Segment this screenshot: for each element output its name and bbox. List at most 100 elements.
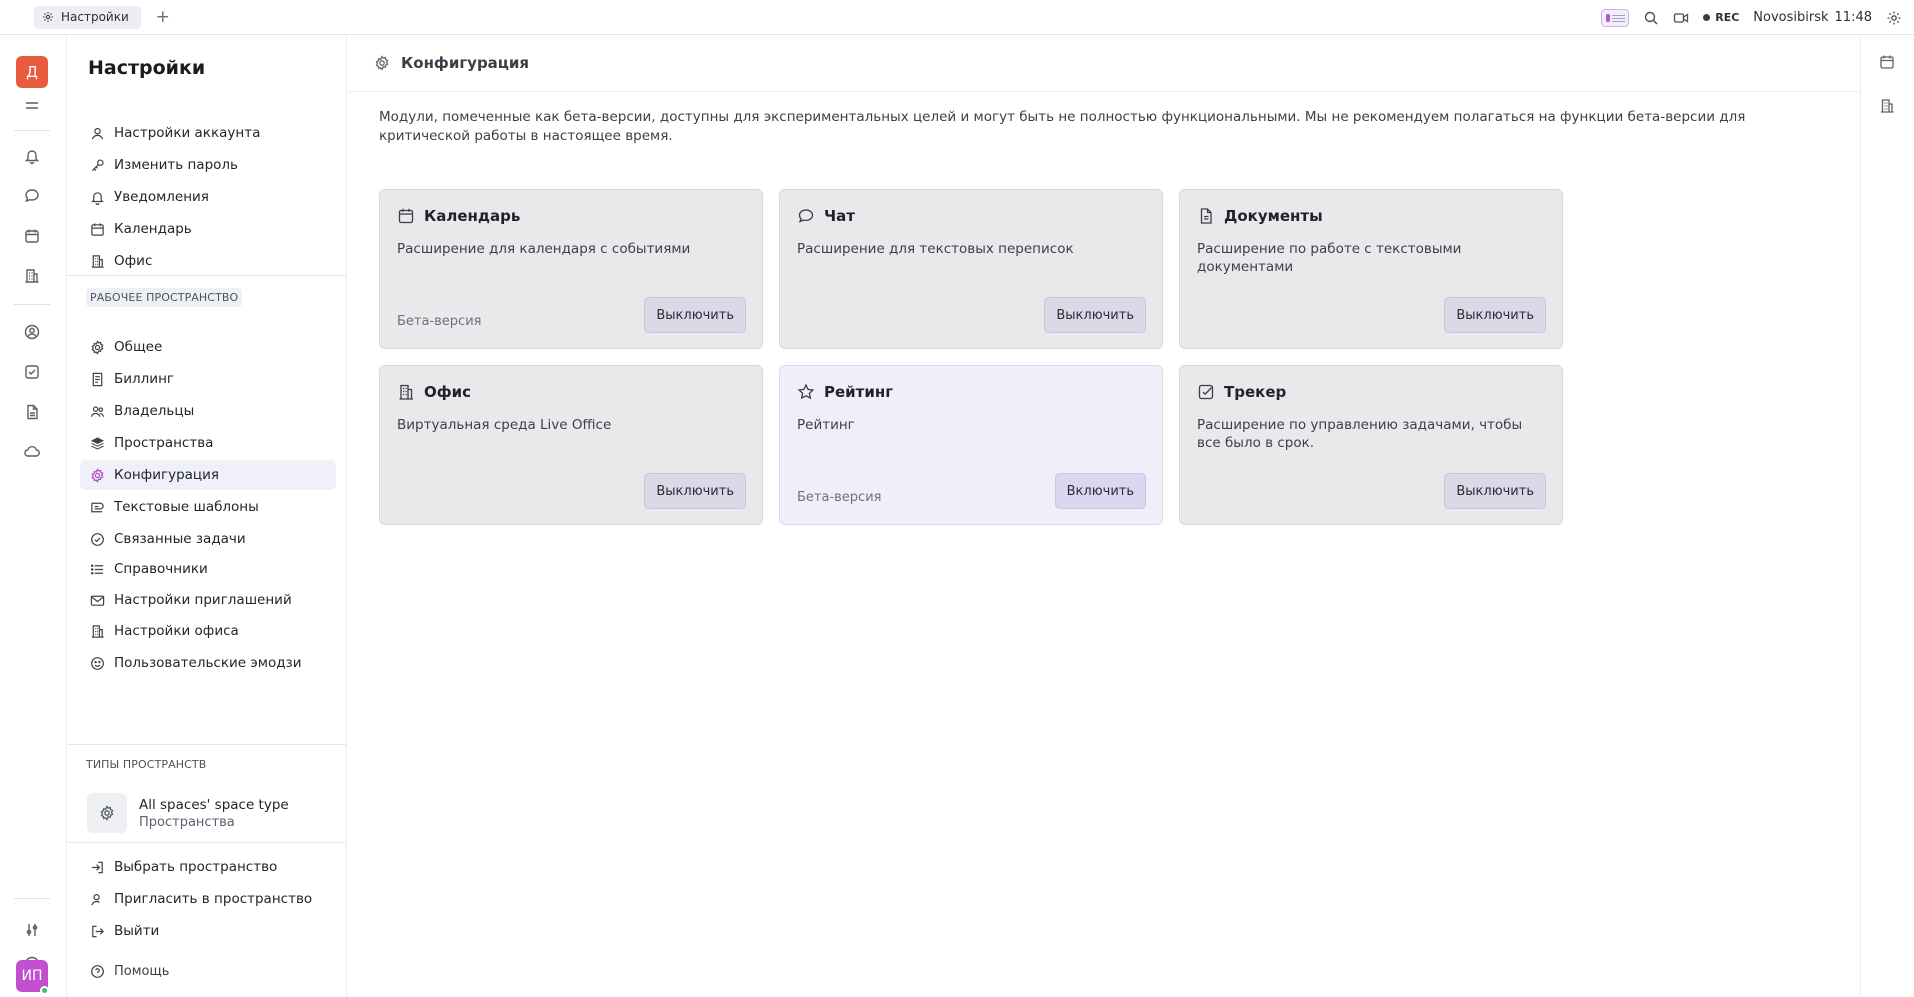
beta-label: Бета-версия: [797, 490, 882, 505]
space-type-name: All spaces' space type: [139, 796, 289, 813]
module-title: Документы: [1224, 207, 1323, 225]
layers-icon: [90, 436, 105, 450]
main-content: Конфигурация Модули, помеченные как бета…: [348, 36, 1860, 997]
online-status-indicator: [40, 986, 49, 995]
module-toggle-button[interactable]: Выключить: [644, 473, 746, 509]
office-icon[interactable]: [22, 266, 42, 286]
calendar-icon[interactable]: [22, 226, 42, 246]
owners-icon: [90, 405, 105, 417]
sidebar-item-calendar[interactable]: Календарь: [80, 214, 336, 244]
module-title: Календарь: [424, 207, 521, 225]
sidebar-item-change-password[interactable]: Изменить пароль: [80, 150, 336, 180]
tracker-icon[interactable]: [22, 362, 42, 382]
search-icon[interactable]: [1643, 10, 1659, 26]
cloud-icon[interactable]: [22, 442, 42, 462]
sidebar-item-account[interactable]: Настройки аккаунта: [80, 118, 336, 148]
rec-label: REC: [1715, 11, 1740, 24]
office-icon: [397, 383, 415, 401]
sidebar-title: Настройки: [88, 57, 206, 79]
invite-to-space-button[interactable]: Пригласить в пространство: [80, 884, 336, 914]
receipt-icon: [92, 372, 103, 386]
video-icon[interactable]: [1673, 10, 1689, 26]
enter-icon: [91, 861, 103, 873]
module-description: Расширение по управлению задачами, чтобы…: [1197, 417, 1523, 451]
module-card-office: Офис Виртуальная среда Live Office Выклю…: [379, 365, 763, 525]
key-icon: [91, 158, 104, 171]
module-description: Расширение для календаря с событиями: [397, 241, 691, 257]
logout-icon: [92, 925, 104, 937]
sidebar-item-spaces[interactable]: Пространства: [80, 428, 336, 458]
document-icon: [1197, 207, 1215, 225]
record-button[interactable]: REC: [1703, 11, 1739, 24]
module-card-rating: Рейтинг Рейтинг Бета-версия Включить: [779, 365, 1163, 525]
invite-icon: [91, 893, 100, 905]
time-label: 11:48: [1834, 10, 1872, 25]
help-button[interactable]: Помощь: [80, 956, 336, 986]
module-toggle-button[interactable]: Выключить: [1444, 297, 1546, 333]
sidebar-item-custom-emoji[interactable]: Пользовательские эмодзи: [80, 648, 336, 678]
sidebar-item-office[interactable]: Офис: [80, 246, 336, 276]
sidebar-item-office-settings[interactable]: Настройки офиса: [80, 616, 336, 646]
sidebar-item-related-tasks[interactable]: Связанные задачи: [80, 524, 336, 554]
module-toggle-button[interactable]: Выключить: [1044, 297, 1146, 333]
calendar-icon: [91, 222, 104, 236]
settings-gear-icon[interactable]: [1886, 10, 1902, 26]
module-title: Офис: [424, 383, 472, 401]
bell-icon: [91, 191, 104, 205]
gear-icon: [87, 793, 127, 833]
sidebar-item-billing[interactable]: Биллинг: [80, 364, 336, 394]
module-toggle-button[interactable]: Выключить: [644, 297, 746, 333]
beta-label: Бета-версия: [397, 314, 482, 329]
add-tab-button[interactable]: +: [153, 7, 173, 27]
bell-icon[interactable]: [22, 146, 42, 166]
module-title: Трекер: [1224, 383, 1287, 401]
location-label: Novosibirsk: [1753, 10, 1829, 25]
menu-icon[interactable]: [22, 96, 42, 116]
beta-notice: Модули, помеченные как бета-версии, дост…: [379, 109, 1746, 144]
module-description: Виртуальная среда Live Office: [397, 417, 612, 433]
contacts-icon[interactable]: [22, 322, 42, 342]
select-space-button[interactable]: Выбрать пространство: [80, 852, 336, 882]
module-description: Рейтинг: [797, 417, 855, 433]
record-dot-icon: [1703, 14, 1711, 21]
chat-icon: [797, 207, 815, 225]
sidebar-item-text-templates[interactable]: Текстовые шаблоны: [80, 492, 336, 522]
check-square-icon: [1197, 383, 1215, 401]
module-toggle-button[interactable]: Выключить: [1444, 473, 1546, 509]
sidebar-item-general[interactable]: Общее: [80, 332, 336, 362]
calendar-icon[interactable]: [1879, 54, 1897, 72]
office-icon[interactable]: [1879, 98, 1897, 116]
emoji-icon: [91, 656, 104, 670]
template-icon: [91, 502, 104, 512]
list-icon: [90, 563, 104, 575]
tab-settings[interactable]: Настройки: [34, 5, 141, 29]
workspace-avatar[interactable]: Д: [16, 56, 48, 88]
sliders-icon[interactable]: [22, 920, 42, 940]
module-description: Расширение для текстовых переписок: [797, 241, 1074, 257]
module-card-calendar: Календарь Расширение для календаря с соб…: [379, 189, 763, 349]
sidebar-item-directories[interactable]: Справочники: [80, 554, 336, 584]
settings-sidebar: Настройки Настройки аккаунта Изменить па…: [66, 36, 347, 997]
sidebar-item-notifications[interactable]: Уведомления: [80, 182, 336, 212]
module-card-tracker: Трекер Расширение по управлению задачами…: [1179, 365, 1563, 525]
space-type-item[interactable]: All spaces' space type Пространства: [87, 793, 289, 833]
help-icon: [91, 964, 104, 978]
star-icon: [797, 383, 815, 401]
office-icon: [91, 254, 104, 268]
gear-icon: [375, 55, 389, 71]
workspace-section-label: РАБОЧЕЕ ПРОСТРАНСТВО: [86, 288, 243, 307]
tab-label: Настройки: [61, 10, 129, 24]
sidebar-item-configuration[interactable]: Конфигурация: [80, 460, 336, 490]
page-header: Конфигурация: [348, 36, 1860, 92]
layout-toggle-icon[interactable]: [1601, 8, 1630, 27]
module-title: Рейтинг: [824, 383, 894, 401]
logout-button[interactable]: Выйти: [80, 916, 336, 946]
sidebar-item-invite-settings[interactable]: Настройки приглашений: [80, 585, 336, 615]
chat-icon[interactable]: [22, 186, 42, 206]
location-time: Novosibirsk 11:48: [1753, 10, 1872, 25]
document-icon[interactable]: [22, 402, 42, 422]
mail-icon: [90, 595, 105, 606]
sidebar-item-owners[interactable]: Владельцы: [80, 396, 336, 426]
module-toggle-button[interactable]: Включить: [1054, 473, 1146, 509]
module-description: Расширение по работе с текстовыми докуме…: [1197, 241, 1462, 275]
